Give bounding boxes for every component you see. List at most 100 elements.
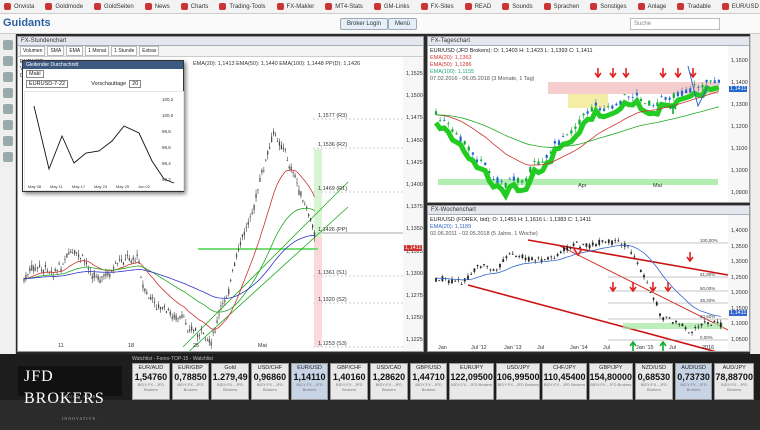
bookmark-item[interactable]: Charts	[180, 3, 208, 10]
toolbar-button[interactable]: EMA	[66, 46, 84, 56]
bookmark-item[interactable]: Onvista	[4, 3, 34, 10]
user-icon[interactable]	[3, 40, 13, 50]
candle-body	[163, 306, 165, 308]
candle-body	[678, 324, 681, 326]
candle-body	[62, 263, 64, 265]
y-tick-label: 1,2500	[731, 274, 748, 281]
candle-body	[128, 257, 130, 261]
bookmark-item[interactable]: EUR/USD - DESK	[721, 3, 760, 10]
watchlist-tile[interactable]: EUR/USD 1,14110 BIDY-FX - JFD Brokers	[290, 363, 329, 400]
x-tick-label: Jan '13	[504, 345, 522, 351]
bookmark-item[interactable]: FX-Sites	[420, 3, 454, 10]
candle-body	[78, 254, 80, 257]
toolbar-button[interactable]: Extras	[139, 46, 160, 56]
app-logo[interactable]: Guidants	[3, 17, 51, 29]
candle-body	[210, 341, 212, 346]
bookmark-label: Onvista	[14, 3, 35, 10]
candle-body	[144, 288, 146, 292]
bookmark-item[interactable]: Goldmode	[45, 3, 83, 10]
bookmark-item[interactable]: Sonstiges	[590, 3, 627, 10]
settings-icon[interactable]	[3, 152, 13, 162]
chart-toolbar: Volumen SMA EMA 1 Monat 1 Stunde Extras	[18, 46, 423, 57]
candle-body	[230, 279, 232, 282]
candle-body	[81, 255, 84, 257]
bookmark-item[interactable]: News	[144, 3, 170, 10]
bookmark-item[interactable]: FX-Makler	[276, 3, 314, 10]
popup-field[interactable]: Makl	[26, 70, 44, 78]
popup-value[interactable]: 20	[129, 80, 142, 88]
watchlist-tile[interactable]: GBP/USD 1,44710 BIDY-FX - JFD Brokers	[409, 363, 448, 400]
watchlist-tile[interactable]: GBP/CHF 1,40160 BIDY-FX - JFD Brokers	[330, 363, 369, 400]
chart-icon[interactable]	[3, 72, 13, 82]
indicator-popup[interactable]: Gleitender Durchschnitt Makl EURUSD-7-22…	[22, 60, 184, 192]
toolbar-button[interactable]: 1 Stunde	[111, 46, 138, 56]
watchlist-tile[interactable]: Gold 1.279,49 BIDY-FX - JFD Brokers	[211, 363, 250, 400]
y-tick-label: 1,1375	[406, 204, 423, 211]
popup-y-tick: 99,6	[162, 145, 171, 150]
toolbar-button[interactable]: Volumen	[20, 46, 46, 56]
candle-body	[298, 189, 300, 195]
bookmark-item[interactable]: READ	[464, 3, 491, 10]
tile-symbol: GBP/CHF	[336, 365, 362, 371]
candle-body	[495, 269, 498, 271]
candle-body	[183, 316, 185, 318]
toolbar-button[interactable]: SMA	[47, 46, 65, 56]
candle-body	[588, 244, 591, 249]
down-arrow	[649, 282, 657, 293]
broker-login-button[interactable]: Broker Login	[340, 18, 389, 30]
watchlist-tile[interactable]: USD/CHF 0,96860 BIDY-FX - JFD Brokers	[251, 363, 289, 400]
watchlist-tile[interactable]: USD/CAD 1,28620 BIDY-FX - JFD Brokers	[370, 363, 408, 400]
red-zone	[314, 237, 322, 347]
menu-button[interactable]: Menü	[388, 18, 418, 30]
candle-body	[590, 107, 593, 112]
popup-symbol[interactable]: EURUSD-7-22	[26, 80, 69, 88]
candle-body	[286, 160, 288, 161]
watchlist-tile[interactable]: EUR/JPY 122,09500 BIDY-FX - JFD Brokers	[449, 363, 494, 400]
watchlist-tile[interactable]: AUD/USD 0,73730 BIDY-FX - JFD Brokers	[674, 363, 713, 400]
bookmark-item[interactable]: MT4-Stats	[325, 3, 363, 10]
watchlist-tile[interactable]: GBP/JPY 154,80000 BIDY-FX - JFD Brokers	[588, 363, 634, 400]
star-icon[interactable]	[3, 104, 13, 114]
bookmark-item[interactable]: Sounds	[502, 3, 533, 10]
candle-body	[643, 274, 645, 278]
candle-body	[569, 247, 572, 249]
bookmark-item[interactable]: GoldSeiten	[94, 3, 134, 10]
watchlist-tile[interactable]: NZD/USD 0,68530 BIDY-FX - JFD Brokers	[635, 363, 673, 400]
bell-icon[interactable]	[3, 120, 13, 130]
search-input[interactable]: Suche	[630, 18, 720, 30]
tile-symbol: EUR/USD	[297, 365, 322, 371]
watchlist-tile[interactable]: EUR/AUD 1,54760 BIDY-FX - JFD Brokers	[132, 363, 170, 400]
candle-body	[595, 244, 597, 247]
folder-icon[interactable]	[3, 88, 13, 98]
candle-body	[492, 269, 495, 271]
bookmark-item[interactable]: GM-Links	[373, 3, 410, 10]
bookmark-item[interactable]: Trading-Tools	[219, 3, 266, 10]
candle-body	[563, 247, 565, 252]
toolbar-button[interactable]: 1 Monat	[85, 46, 110, 56]
news-icon[interactable]	[3, 136, 13, 146]
bookmark-item[interactable]: Anlage	[637, 3, 666, 10]
watchlist-tile[interactable]: USD/JPY 106,99500 BIDY-FX - JFD Brokers	[495, 363, 541, 400]
bookmark-item[interactable]: Tradable	[677, 3, 711, 10]
tile-source: BIDY-FX - JFD Brokers	[256, 382, 283, 392]
watchlist-tile[interactable]: EUR/GBP 0,78850 BIDY-FX - JFD Brokers	[171, 363, 210, 400]
watchlist-tile[interactable]: AUD/JPY 78,88700 BIDY-FX - JFD Brokers	[714, 363, 754, 400]
candle-body	[247, 221, 249, 225]
right-scrollbar[interactable]	[750, 34, 760, 354]
list-icon[interactable]	[3, 56, 13, 66]
candle-body	[222, 302, 224, 304]
pivot-label: 1,1536 (R2)	[318, 142, 347, 148]
candle-body	[660, 96, 663, 98]
popup-title: Gleitender Durchschnitt	[23, 61, 183, 69]
candle-body	[118, 258, 121, 260]
daily-chart[interactable]	[428, 46, 750, 203]
bookmark-item[interactable]: Sprachen	[543, 3, 579, 10]
weekly-chart[interactable]: 100,00%61,80%50,00%38,20%23,60%0,00%	[428, 215, 750, 352]
candle-body	[454, 280, 457, 282]
candle-body	[152, 297, 154, 299]
candle-body	[115, 262, 117, 264]
candle-body	[438, 280, 441, 282]
tile-symbol: USD/CAD	[376, 365, 402, 371]
watchlist-tile[interactable]: CHF/JPY 110,45400 BIDY-FX - JFD Brokers	[542, 363, 587, 400]
tile-source: BIDY-FX - JFD Brokers	[640, 382, 668, 392]
